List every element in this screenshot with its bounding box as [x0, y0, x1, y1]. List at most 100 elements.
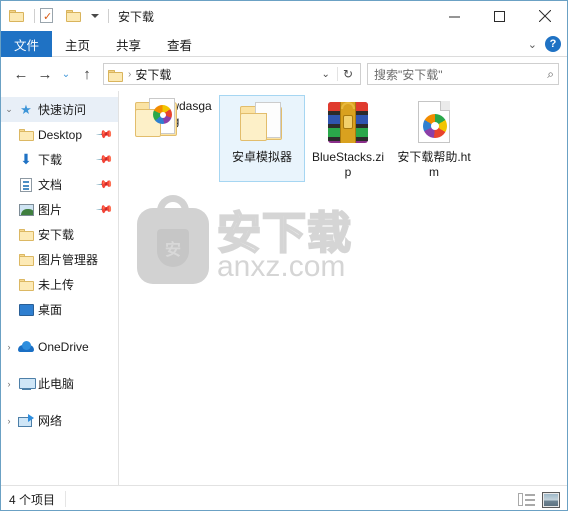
- forward-arrow-icon: →: [37, 65, 53, 83]
- watermark-logo-icon: 安: [137, 195, 209, 284]
- documents-icon: [17, 177, 35, 192]
- folder-with-preview-icon: [133, 95, 181, 143]
- watermark: 安 安下载 anxz.com: [137, 191, 397, 301]
- watermark-logo-char: 安: [164, 242, 181, 259]
- maximize-button[interactable]: [477, 1, 522, 31]
- forward-button[interactable]: →: [33, 62, 57, 86]
- sidebar-item-anxiazai[interactable]: 安下载: [1, 222, 118, 247]
- pictures-icon: [17, 203, 35, 216]
- sidebar-item-label: 图片: [38, 203, 63, 217]
- sidebar-item-documents[interactable]: 文档 📌: [1, 172, 118, 197]
- chevron-right-icon[interactable]: ›: [1, 342, 17, 352]
- file-name-label: BlueStacks.zip: [311, 150, 385, 179]
- chevron-down-icon[interactable]: ⌄: [1, 104, 17, 115]
- new-folder-icon[interactable]: [66, 7, 84, 25]
- large-icons-view-button[interactable]: [542, 491, 560, 508]
- expand-ribbon-chevron-down-icon[interactable]: ⌄: [528, 38, 537, 51]
- status-bar: 4 个项目: [1, 485, 567, 510]
- sidebar-item-label: OneDrive: [38, 339, 89, 354]
- address-dropdown-chevron-down-icon[interactable]: ⌄: [317, 69, 335, 80]
- star-pin-icon: ★: [20, 102, 32, 117]
- sidebar-item-label: 桌面: [38, 303, 63, 317]
- sidebar-item-desktop-cn[interactable]: 桌面: [1, 297, 118, 322]
- ribbon-right-controls: ⌄ ?: [528, 31, 561, 57]
- search-icon: ⌕: [547, 66, 554, 81]
- quick-access-folder-icon[interactable]: [9, 7, 27, 25]
- sidebar-item-label: Desktop: [38, 127, 83, 142]
- chevron-right-icon[interactable]: ›: [1, 379, 17, 389]
- search-input-placeholder[interactable]: 搜索"安下载": [374, 66, 547, 83]
- tab-share[interactable]: 共享: [103, 31, 154, 57]
- network-icon: [17, 414, 35, 427]
- watermark-domain: anxz.com: [217, 250, 346, 283]
- tab-file[interactable]: 文件: [1, 31, 53, 57]
- sidebar-item-label: 文档: [38, 178, 63, 192]
- folder-icon: [17, 128, 35, 141]
- sidebar-item-onedrive[interactable]: › OneDrive: [1, 334, 118, 359]
- watermark-brand: 安下载: [216, 209, 352, 259]
- help-icon[interactable]: ?: [545, 36, 561, 52]
- sidebar-item-label: 安下载: [38, 228, 75, 242]
- window-title: 安下载: [118, 9, 155, 24]
- status-divider: [65, 491, 67, 507]
- title-divider: [108, 9, 109, 23]
- sidebar-item-label: 此电脑: [38, 377, 75, 391]
- file-grid: qnmqwdasgag 安卓模拟器: [133, 95, 477, 182]
- recent-locations-button[interactable]: ⌄: [57, 62, 75, 86]
- chevron-right-icon[interactable]: ›: [1, 416, 17, 426]
- navigation-bar: ← → ⌄ ↑ › 安下载 ⌄ ↻ 搜索"安下载" ⌕: [1, 57, 567, 91]
- details-view-button[interactable]: [518, 492, 536, 508]
- folder-icon: [238, 99, 286, 147]
- address-bar-controls: ⌄ ↻: [317, 67, 358, 81]
- sidebar-item-network[interactable]: › 网络: [1, 408, 118, 433]
- item-count-label: 4 个项目: [9, 492, 56, 507]
- properties-icon[interactable]: ✓: [40, 7, 58, 26]
- sidebar-item-not-uploaded[interactable]: 未上传: [1, 272, 118, 297]
- file-explorer-window: ✓ 安下载 文件 主页 共享 查看 ⌄ ? ← → ⌄ ↑ › 安下载 ⌄ ↻ …: [0, 0, 568, 511]
- refresh-icon[interactable]: ↻: [336, 67, 358, 81]
- file-item-archive[interactable]: BlueStacks.zip: [305, 95, 391, 182]
- up-button[interactable]: ↑: [75, 62, 99, 86]
- sidebar-item-pictures[interactable]: 图片 📌: [1, 197, 118, 222]
- desktop-icon: [17, 303, 35, 316]
- html-document-icon: [410, 99, 458, 147]
- window-controls: [432, 1, 567, 31]
- up-arrow-icon: ↑: [83, 65, 91, 83]
- folder-icon: [17, 228, 35, 241]
- sidebar-item-downloads[interactable]: ⬇ 下载 📌: [1, 147, 118, 172]
- toolbar-divider: [34, 9, 35, 23]
- minimize-button[interactable]: [432, 1, 477, 31]
- sidebar-group-quick-access[interactable]: ⌄ ★ 快速访问: [1, 97, 118, 122]
- navigation-pane: ⌄ ★ 快速访问 Desktop 📌 ⬇ 下载 📌 文档 📌 图片 📌 安下载 …: [1, 91, 119, 485]
- pin-icon[interactable]: 📌: [96, 175, 115, 194]
- file-list-pane[interactable]: qnmqwdasgag 安卓模拟器: [119, 91, 567, 485]
- sidebar-item-label: 未上传: [38, 278, 75, 292]
- computer-icon: [17, 377, 36, 390]
- customize-toolbar-chevron-down-icon[interactable]: [91, 14, 99, 18]
- breadcrumb-current-folder[interactable]: 安下载: [135, 66, 171, 83]
- pin-icon[interactable]: 📌: [96, 200, 115, 219]
- sidebar-item-this-pc[interactable]: › 此电脑: [1, 371, 118, 396]
- pin-icon[interactable]: 📌: [96, 125, 115, 144]
- sidebar-item-picture-manager[interactable]: 图片管理器: [1, 247, 118, 272]
- back-button[interactable]: ←: [9, 62, 33, 86]
- explorer-body: ⌄ ★ 快速访问 Desktop 📌 ⬇ 下载 📌 文档 📌 图片 📌 安下载 …: [1, 91, 567, 485]
- file-item-folder-preview[interactable]: qnmqwdasgag: [133, 95, 219, 182]
- view-mode-buttons: [518, 486, 560, 510]
- chevron-down-icon: ⌄: [61, 68, 71, 80]
- search-box[interactable]: 搜索"安下载" ⌕: [367, 63, 559, 85]
- close-button[interactable]: [522, 1, 567, 31]
- file-item-html-document[interactable]: 安下载帮助.htm: [391, 95, 477, 182]
- sidebar-item-desktop-en[interactable]: Desktop 📌: [1, 122, 118, 147]
- address-bar[interactable]: › 安下载 ⌄ ↻: [103, 63, 361, 85]
- sidebar-item-label: 图片管理器: [38, 253, 99, 267]
- tab-view[interactable]: 查看: [154, 31, 205, 57]
- tab-home[interactable]: 主页: [52, 31, 103, 57]
- file-item-folder-selected[interactable]: 安卓模拟器: [219, 95, 305, 182]
- sidebar-group-label: 快速访问: [38, 103, 87, 117]
- pin-icon[interactable]: 📌: [96, 150, 115, 169]
- folder-icon: [17, 278, 35, 291]
